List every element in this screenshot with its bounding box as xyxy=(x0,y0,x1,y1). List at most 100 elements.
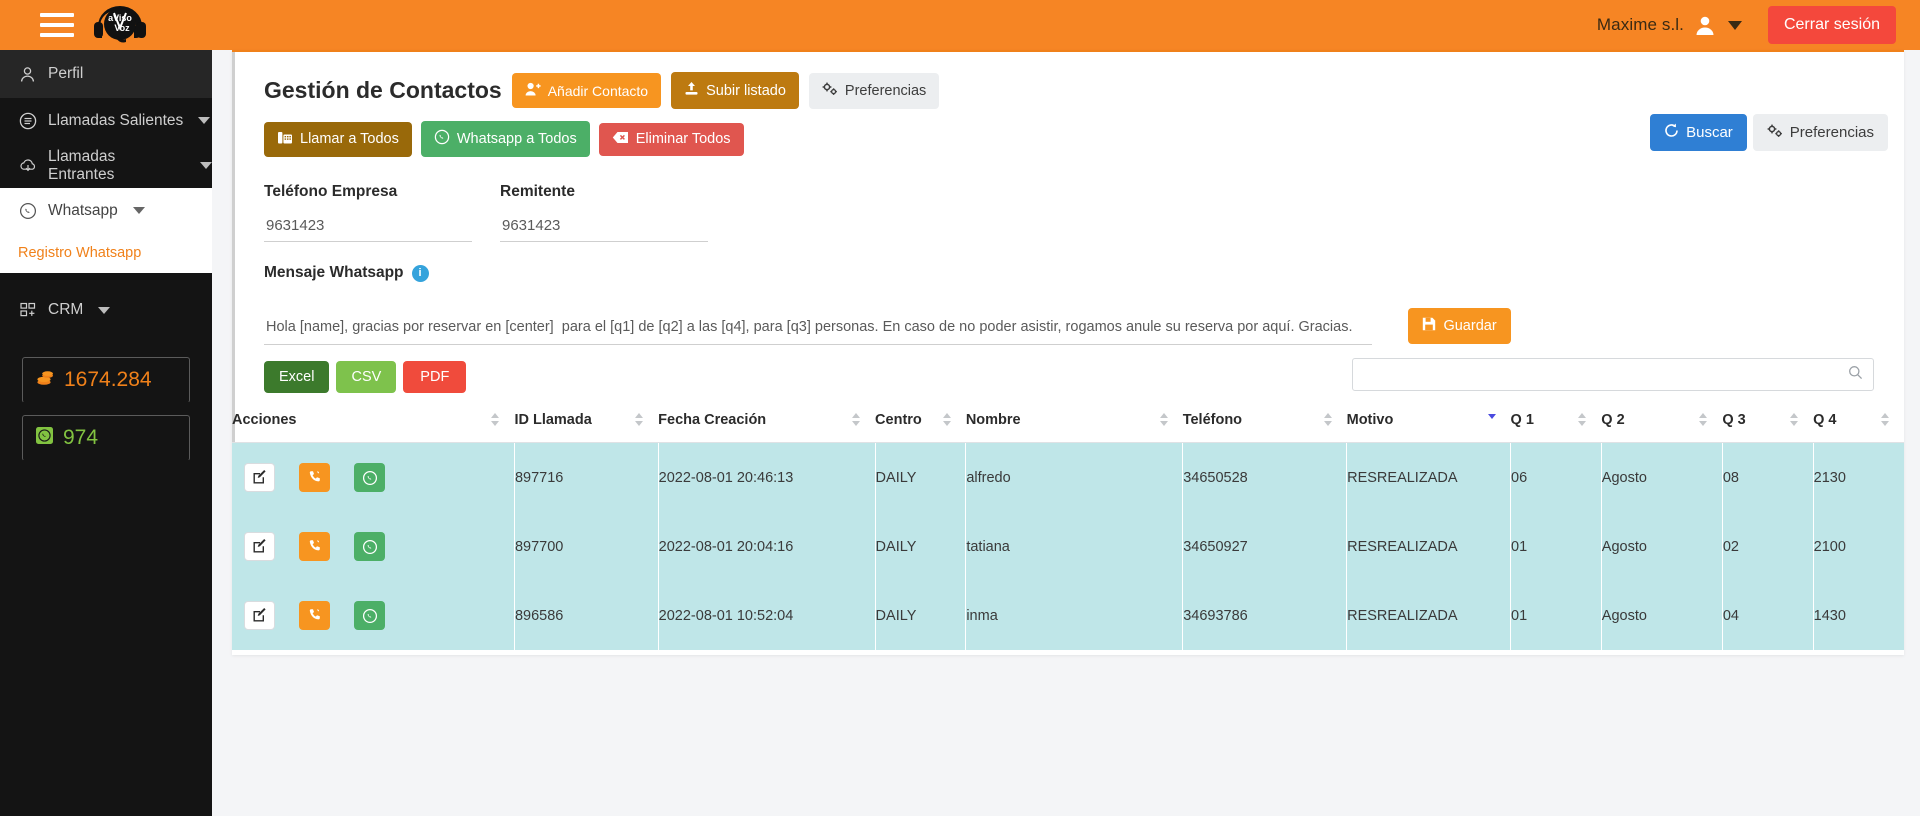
export-excel-button[interactable]: Excel xyxy=(264,361,330,393)
whatsapp-message-label: Mensaje Whatsapp xyxy=(264,264,404,281)
export-pdf-button[interactable]: PDF xyxy=(403,361,467,393)
cell-q1: 01 xyxy=(1510,581,1602,650)
search-icon[interactable] xyxy=(1848,365,1863,385)
whatsapp-all-button[interactable]: Whatsapp a Todos xyxy=(420,121,590,157)
logout-button[interactable]: Cerrar sesión xyxy=(1767,6,1896,44)
svg-text:aViso: aViso xyxy=(108,13,132,23)
preferences-top-label: Preferencias xyxy=(844,82,927,99)
cell-fecha-creacion: 2022-08-01 20:46:13 xyxy=(657,442,876,512)
chevron-down-icon[interactable] xyxy=(200,162,212,169)
col-q2[interactable]: Q 2 xyxy=(1601,398,1723,443)
whatsapp-row-button[interactable] xyxy=(354,532,385,561)
table-row: 897716 2022-08-01 20:46:13 DAILY alfredo 346… xyxy=(232,442,1904,512)
chevron-down-icon[interactable] xyxy=(132,207,145,214)
call-row-button[interactable] xyxy=(299,601,330,630)
whatsapp-row-button[interactable] xyxy=(354,601,385,630)
call-all-button[interactable]: Llamar a Todos xyxy=(264,121,412,157)
cell-q3: 02 xyxy=(1721,512,1814,581)
cell-motivo: RESREALIZADA xyxy=(1346,581,1511,650)
whatsapp-message-input[interactable] xyxy=(264,319,1372,345)
sort-icon[interactable] xyxy=(942,413,952,427)
delete-all-button[interactable]: Eliminar Todos xyxy=(598,122,744,156)
company-phone-field: Teléfono Empresa xyxy=(264,183,472,242)
col-q1[interactable]: Q 1 xyxy=(1510,398,1602,443)
col-acciones[interactable]: Acciones xyxy=(232,398,515,443)
whatsapp-counter-box[interactable]: 974 xyxy=(22,415,190,461)
sender-input[interactable] xyxy=(500,215,708,242)
sidebar-item-perfil[interactable]: Perfil xyxy=(0,50,212,98)
chevron-down-icon[interactable] xyxy=(198,117,211,124)
sort-icon[interactable] xyxy=(1881,413,1890,427)
top-header-bar: aViso Voz Maxime s.l. Cerrar sesión xyxy=(0,0,1920,50)
sidebar-item-llamadas-salientes[interactable]: Llamadas Salientes xyxy=(0,98,212,143)
sidebar-item-registro-whatsapp[interactable]: Registro Whatsapp xyxy=(18,245,141,261)
sort-icon[interactable] xyxy=(1790,413,1799,427)
chevron-down-icon[interactable] xyxy=(98,306,111,314)
sort-icon[interactable] xyxy=(1578,413,1587,427)
col-centro[interactable]: Centro xyxy=(875,398,966,443)
edit-row-button[interactable] xyxy=(244,463,275,492)
call-row-button[interactable] xyxy=(299,532,330,561)
export-csv-button[interactable]: CSV xyxy=(336,361,397,393)
sort-icon[interactable] xyxy=(852,413,861,427)
call-row-button[interactable] xyxy=(299,463,330,492)
sender-field: Remitente xyxy=(500,183,708,242)
col-q4[interactable]: Q 4 xyxy=(1813,398,1904,443)
sort-icon-active[interactable] xyxy=(1487,413,1497,428)
cell-q2: Agosto xyxy=(1600,442,1723,512)
whatsapp-icon xyxy=(18,201,37,220)
cell-fecha-creacion: 2022-08-01 20:04:16 xyxy=(657,512,876,581)
save-icon xyxy=(1422,317,1436,335)
user-plus-icon xyxy=(525,82,541,99)
hamburger-menu-icon[interactable] xyxy=(40,13,74,37)
app-logo[interactable]: aViso Voz xyxy=(92,0,148,50)
search-button[interactable]: Buscar xyxy=(1650,114,1747,151)
table-row: 896586 2022-08-01 10:52:04 DAILY inma 346937… xyxy=(232,581,1904,650)
contacts-card: Gestión de Contactos Añadir Contacto Sub… xyxy=(232,50,1904,655)
col-id-llamada[interactable]: ID Llamada xyxy=(514,398,659,443)
col-motivo[interactable]: Motivo xyxy=(1346,398,1511,443)
cell-centro: DAILY xyxy=(874,581,966,650)
sort-icon[interactable] xyxy=(491,413,500,427)
col-telefono[interactable]: Teléfono xyxy=(1182,398,1347,443)
credits-value: 1674.284 xyxy=(64,368,152,391)
upload-list-button[interactable]: Subir listado xyxy=(671,72,799,109)
cell-motivo: RESREALIZADA xyxy=(1346,512,1511,581)
info-icon[interactable]: i xyxy=(411,264,429,282)
user-icon[interactable] xyxy=(1694,14,1716,36)
col-q3[interactable]: Q 3 xyxy=(1722,398,1814,443)
whatsapp-square-icon xyxy=(35,426,54,450)
edit-row-button[interactable] xyxy=(244,532,275,561)
table-search-box[interactable] xyxy=(1352,358,1874,391)
coins-icon xyxy=(35,369,55,392)
save-button[interactable]: Guardar xyxy=(1408,308,1511,344)
cell-q1: 06 xyxy=(1510,442,1602,512)
edit-row-button[interactable] xyxy=(244,601,275,630)
sort-icon[interactable] xyxy=(635,413,644,427)
preferences-button-right[interactable]: Preferencias xyxy=(1752,114,1888,151)
sort-icon[interactable] xyxy=(1699,413,1708,427)
company-phone-label: Teléfono Empresa xyxy=(264,183,398,200)
table-search-input[interactable] xyxy=(1353,359,1873,390)
sidebar-item-whatsapp[interactable]: Whatsapp xyxy=(0,188,212,233)
whatsapp-row-button[interactable] xyxy=(354,463,385,492)
company-phone-input[interactable] xyxy=(264,215,472,242)
sidebar: Perfil Llamadas Salientes Llamadas Entra… xyxy=(0,50,212,816)
profile-icon xyxy=(18,65,37,84)
gears-icon xyxy=(822,82,838,100)
cell-centro: DAILY xyxy=(874,512,966,581)
credits-counter-box[interactable]: 1674.284 xyxy=(22,357,190,403)
sidebar-label-perfil: Perfil xyxy=(48,65,84,82)
page-title: Gestión de Contactos xyxy=(264,77,502,103)
col-nombre[interactable]: Nombre xyxy=(965,398,1183,443)
user-menu-chevron-down-icon[interactable] xyxy=(1727,20,1742,30)
call-all-label: Llamar a Todos xyxy=(300,131,399,147)
sidebar-item-llamadas-entrantes[interactable]: Llamadas Entrantes xyxy=(0,143,212,188)
sidebar-item-crm[interactable]: CRM xyxy=(0,287,212,333)
sort-icon[interactable] xyxy=(1159,413,1169,427)
col-fecha-creacion[interactable]: Fecha Creación xyxy=(658,398,876,443)
preferences-button-top[interactable]: Preferencias xyxy=(808,72,940,109)
add-contact-button[interactable]: Añadir Contacto xyxy=(511,73,662,108)
sort-icon[interactable] xyxy=(1323,413,1333,427)
